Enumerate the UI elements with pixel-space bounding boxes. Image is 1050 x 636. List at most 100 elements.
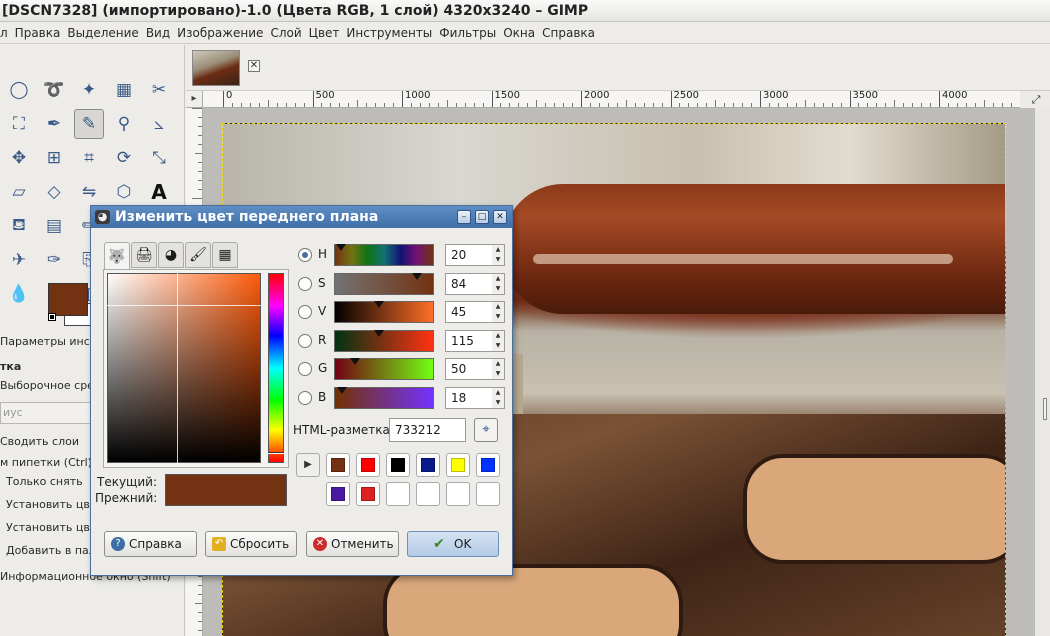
spin-arrows-icon[interactable]: ▲ ▼ bbox=[492, 244, 505, 266]
channel-slider[interactable] bbox=[334, 329, 434, 352]
slider-marker[interactable] bbox=[349, 358, 360, 366]
menu-item[interactable]: Правка bbox=[12, 22, 65, 43]
menu-item[interactable]: Окна bbox=[500, 22, 539, 43]
foreground-select-icon[interactable]: ⛶ bbox=[4, 109, 34, 139]
add-to-history-button[interactable]: ▶ bbox=[296, 453, 320, 477]
spin-arrows-icon[interactable]: ▲ ▼ bbox=[492, 358, 505, 381]
wilber-icon[interactable]: 🐺 bbox=[104, 242, 130, 270]
history-color-swatch[interactable] bbox=[326, 453, 350, 477]
history-color-swatch[interactable] bbox=[386, 453, 410, 477]
menu-item[interactable]: Справка bbox=[539, 22, 599, 43]
channel-slider[interactable] bbox=[334, 244, 434, 266]
bucket-fill-icon[interactable]: ⛾ bbox=[4, 211, 34, 241]
blend-icon[interactable]: ▤ bbox=[39, 211, 69, 241]
flip-icon[interactable]: ⇋ bbox=[74, 177, 104, 207]
menu-item[interactable]: Слой bbox=[267, 22, 305, 43]
history-color-swatch[interactable] bbox=[386, 482, 410, 506]
channel-slider[interactable] bbox=[334, 272, 434, 295]
history-color-swatch[interactable] bbox=[326, 482, 350, 506]
default-colors-icon[interactable] bbox=[48, 313, 56, 321]
move-icon[interactable]: ✥ bbox=[4, 143, 34, 173]
printer-icon[interactable]: 🖨 bbox=[131, 242, 157, 268]
history-color-swatch[interactable] bbox=[356, 482, 380, 506]
measure-icon[interactable]: ⦣ bbox=[144, 109, 174, 139]
perspective-icon[interactable]: ◇ bbox=[39, 177, 69, 207]
menu-item[interactable]: л bbox=[0, 22, 12, 43]
spin-arrows-icon[interactable]: ▲ ▼ bbox=[492, 272, 505, 295]
ink-icon[interactable]: ✑ bbox=[39, 245, 69, 275]
mode-set-bg[interactable]: Установить цвет bbox=[6, 521, 103, 534]
vertical-scrollbar[interactable] bbox=[1034, 108, 1050, 636]
channel-value-input[interactable]: 84 bbox=[445, 272, 493, 295]
mode-pick-only[interactable]: Только снять bbox=[6, 475, 83, 488]
close-icon[interactable]: ✕ bbox=[248, 60, 260, 72]
history-color-swatch[interactable] bbox=[476, 453, 500, 477]
history-color-swatch[interactable] bbox=[446, 482, 470, 506]
foreground-color-swatch[interactable] bbox=[48, 283, 88, 316]
color-picker-icon[interactable]: ✎ bbox=[74, 109, 104, 139]
channel-radio[interactable] bbox=[298, 362, 312, 377]
channel-value-input[interactable]: 18 bbox=[445, 387, 493, 409]
channel-value-input[interactable]: 45 bbox=[445, 301, 493, 324]
close-icon[interactable]: ✕ bbox=[493, 210, 507, 224]
channel-slider[interactable] bbox=[334, 301, 434, 324]
scissors-icon[interactable]: ✂ bbox=[144, 75, 174, 105]
rotate-icon[interactable]: ⟳ bbox=[109, 143, 139, 173]
channel-slider[interactable] bbox=[334, 387, 434, 409]
color-wheel-icon[interactable]: ◕ bbox=[158, 242, 184, 268]
brush-icon[interactable]: 🖌 bbox=[185, 242, 211, 268]
spin-arrows-icon[interactable]: ▲ ▼ bbox=[492, 387, 505, 409]
menu-item[interactable]: Цвет bbox=[306, 22, 344, 43]
history-color-swatch[interactable] bbox=[446, 453, 470, 477]
menu-item[interactable]: Выделение bbox=[64, 22, 142, 43]
reset-button[interactable]: ↶ Сбросить bbox=[205, 531, 297, 557]
history-color-swatch[interactable] bbox=[356, 453, 380, 477]
slider-marker[interactable] bbox=[335, 244, 346, 251]
spin-arrows-icon[interactable]: ▲ ▼ bbox=[492, 301, 505, 324]
paths-icon[interactable]: ✒ bbox=[39, 109, 69, 139]
channel-value-input[interactable]: 20 bbox=[445, 244, 493, 266]
hue-marker[interactable] bbox=[268, 452, 284, 454]
channel-value-input[interactable]: 50 bbox=[445, 358, 493, 381]
channel-radio[interactable] bbox=[298, 276, 312, 291]
slider-marker[interactable] bbox=[412, 272, 423, 280]
eyedropper-icon[interactable]: ⌖ bbox=[474, 418, 498, 442]
by-color-select-icon[interactable]: ▦ bbox=[109, 75, 139, 105]
maximize-icon[interactable]: □ bbox=[475, 210, 489, 224]
slider-marker[interactable] bbox=[374, 329, 385, 337]
channel-radio[interactable] bbox=[298, 305, 312, 320]
scale-icon[interactable]: ⤡ bbox=[144, 143, 174, 173]
crop-icon[interactable]: ⌗ bbox=[74, 143, 104, 173]
slider-marker[interactable] bbox=[336, 387, 347, 394]
channel-radio[interactable] bbox=[298, 248, 312, 262]
image-thumbnail[interactable] bbox=[192, 50, 240, 86]
blur-icon[interactable]: 💧 bbox=[4, 279, 34, 309]
channel-slider[interactable] bbox=[334, 358, 434, 381]
airbrush-icon[interactable]: ✈ bbox=[4, 245, 34, 275]
html-notation-input[interactable]: 733212 bbox=[389, 418, 466, 442]
menu-item[interactable]: Вид bbox=[143, 22, 174, 43]
mode-set-fg[interactable]: Установить цвет bbox=[6, 498, 103, 511]
slider-marker[interactable] bbox=[374, 301, 385, 309]
shear-icon[interactable]: ▱ bbox=[4, 177, 34, 207]
spin-arrows-icon[interactable]: ▲ ▼ bbox=[492, 329, 505, 352]
channel-radio[interactable] bbox=[298, 333, 312, 348]
hue-strip[interactable] bbox=[268, 273, 284, 463]
dialog-title[interactable]: Изменить цвет переднего плана bbox=[91, 206, 512, 228]
text-icon[interactable]: A bbox=[144, 177, 174, 207]
cancel-button[interactable]: ✕ Отменить bbox=[306, 531, 399, 557]
palette-icon[interactable]: ▦ bbox=[212, 242, 238, 268]
minimize-icon[interactable]: – bbox=[457, 210, 471, 224]
fuzzy-select-icon[interactable]: ✦ bbox=[74, 75, 104, 105]
saturation-value-square[interactable] bbox=[107, 273, 261, 463]
history-color-swatch[interactable] bbox=[476, 482, 500, 506]
menu-item[interactable]: Инструменты bbox=[343, 22, 436, 43]
scrollbar-thumb[interactable] bbox=[1043, 398, 1047, 420]
ellipse-select-icon[interactable]: ◯ bbox=[4, 75, 34, 105]
zoom-navigate-icon[interactable]: ⤢ bbox=[1028, 93, 1044, 107]
horizontal-ruler[interactable]: 0 500 1000 1500 2000 2500 3000 3500 4000 bbox=[203, 91, 1020, 108]
zoom-icon[interactable]: ⚲ bbox=[109, 109, 139, 139]
channel-radio[interactable] bbox=[298, 391, 312, 405]
sample-merged-option[interactable]: Сводить слои bbox=[0, 435, 79, 448]
cage-icon[interactable]: ⬡ bbox=[109, 177, 139, 207]
